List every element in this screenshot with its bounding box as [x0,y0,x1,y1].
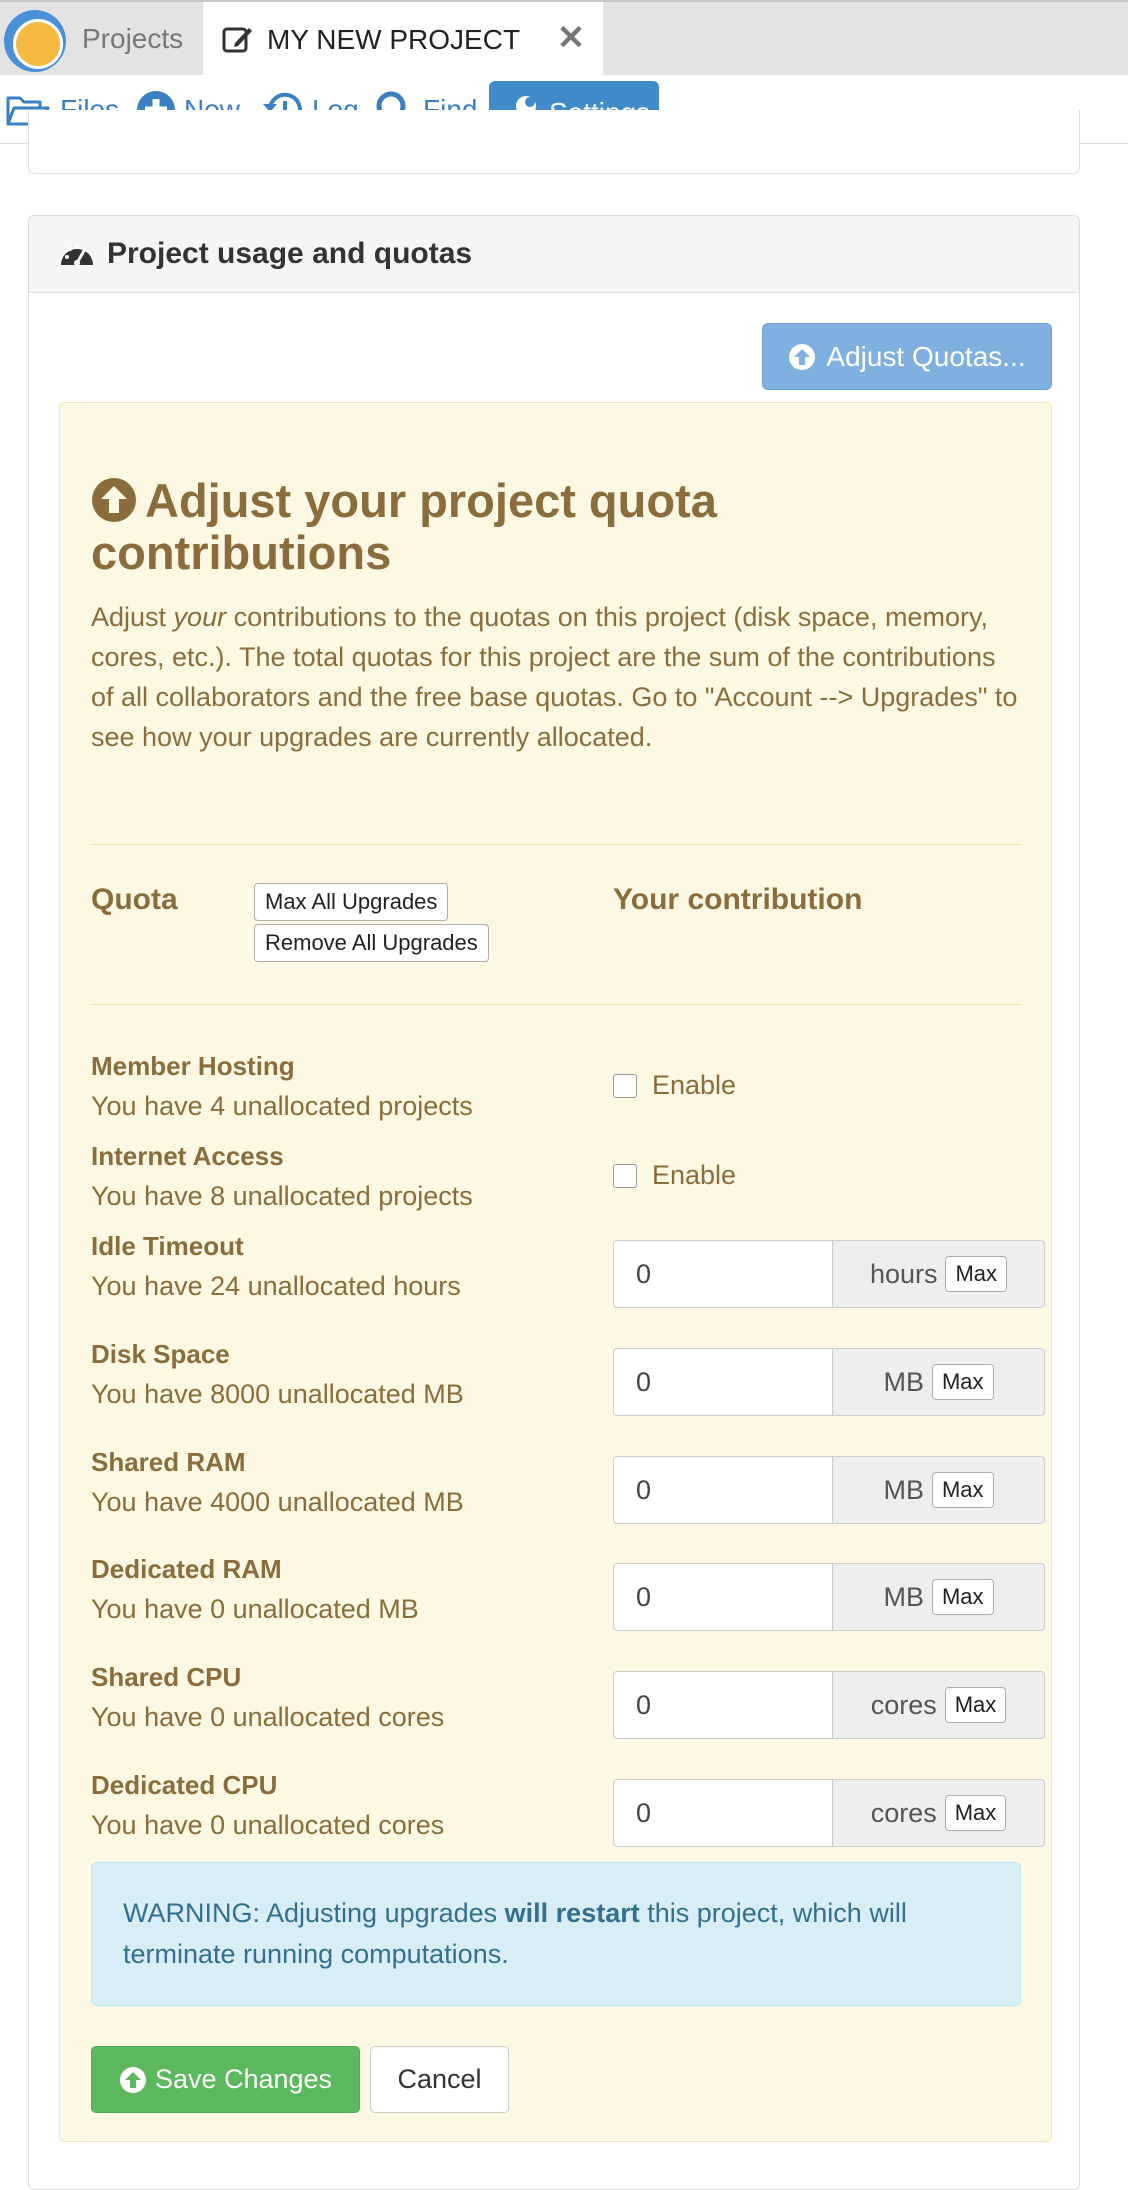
quota-sub-shared-cpu: You have 0 unallocated cores [91,1702,445,1732]
dedicated-cpu-max-button[interactable]: Max [944,1795,1007,1831]
save-changes-button[interactable]: Save Changes [91,2046,360,2113]
quota-title-text: Adjust your project quota contributions [91,474,717,579]
unit-label: MB [883,1581,924,1612]
quota-contributions-box: Adjust your project quota contributions … [59,402,1052,2142]
idle-timeout-input-group: hours Max [613,1240,1045,1308]
disk-space-input[interactable] [614,1349,833,1415]
shared-cpu-max-button[interactable]: Max [944,1687,1007,1723]
quota-sub-shared-ram: You have 4000 unallocated MB [91,1487,464,1517]
cancel-button[interactable]: Cancel [370,2046,509,2113]
restart-warning: WARNING: Adjusting upgrades will restart… [91,1862,1021,2006]
edit-icon [222,27,252,52]
shared-ram-max-button[interactable]: Max [931,1472,994,1508]
arrow-circle-up-icon [92,478,136,522]
shared-ram-input[interactable] [614,1457,833,1523]
dedicated-cpu-input-group: cores Max [613,1779,1045,1847]
column-header-contribution: Your contribution [613,883,863,916]
panel-heading: Project usage and quotas [29,216,1079,293]
internet-access-enable-label[interactable]: Enable [652,1160,736,1191]
column-header-quota: Quota [91,883,178,916]
dedicated-cpu-addon: cores Max [833,1780,1044,1846]
quota-sub-dedicated-ram: You have 0 unallocated MB [91,1594,419,1624]
desc-part: Adjust [91,602,174,632]
app-logo-icon[interactable] [4,10,66,72]
unit-label: hours [869,1258,938,1289]
quota-sub-disk-space: You have 8000 unallocated MB [91,1379,464,1409]
tab-active-label: MY NEW PROJECT [267,23,521,55]
quota-name-member-hosting: Member Hosting [91,1051,295,1081]
divider [91,844,1021,845]
close-icon[interactable]: ✕ [553,20,589,56]
quota-name-dedicated-cpu: Dedicated CPU [91,1770,278,1800]
quota-name-dedicated-ram: Dedicated RAM [91,1554,282,1584]
shared-cpu-input-group: cores Max [613,1671,1045,1739]
quota-name-disk-space: Disk Space [91,1339,230,1369]
save-changes-label: Save Changes [154,2064,333,2094]
remove-all-upgrades-button[interactable]: Remove All Upgrades [254,924,489,962]
adjust-quotas-button[interactable]: Adjust Quotas... [762,323,1052,390]
max-all-upgrades-button[interactable]: Max All Upgrades [254,883,449,921]
internet-access-checkbox[interactable] [613,1164,637,1188]
quota-description: Adjust your contributions to the quotas … [91,597,1021,757]
quota-sub-internet-access: You have 8 unallocated projects [91,1181,473,1211]
quota-title: Adjust your project quota contributions [91,475,991,579]
idle-timeout-max-button[interactable]: Max [945,1256,1008,1292]
member-hosting-enable-label[interactable]: Enable [652,1070,736,1101]
quota-name-shared-ram: Shared RAM [91,1447,246,1477]
desc-emphasis: your [173,602,227,632]
quota-name-idle-timeout: Idle Timeout [91,1231,244,1261]
shared-cpu-addon: cores Max [833,1672,1044,1738]
shared-ram-input-group: MB Max [613,1456,1045,1524]
tab-projects[interactable]: Projects [66,2,199,75]
warning-part: WARNING: Adjusting upgrades [123,1898,505,1928]
unit-label: cores [870,1689,937,1720]
disk-space-max-button[interactable]: Max [931,1364,994,1400]
disk-space-input-group: MB Max [613,1348,1045,1416]
quota-sub-member-hosting: You have 4 unallocated projects [91,1091,473,1121]
quota-sub-idle-timeout: You have 24 unallocated hours [91,1271,461,1301]
quota-name-internet-access: Internet Access [91,1141,284,1171]
dedicated-ram-addon: MB Max [833,1564,1044,1630]
dedicated-ram-max-button[interactable]: Max [931,1579,994,1615]
arrow-circle-up-icon [789,343,816,370]
tab-bar: Projects MY NEW PROJECT ✕ [0,0,1128,77]
usage-quotas-panel: Project usage and quotas Adjust Quotas..… [28,215,1080,2190]
dedicated-ram-input-group: MB Max [613,1563,1045,1631]
quota-name-shared-cpu: Shared CPU [91,1662,242,1692]
quota-sub-dedicated-cpu: You have 0 unallocated cores [91,1810,445,1840]
desc-part: contributions to the quotas on this proj… [91,602,1018,752]
panel-title: Project usage and quotas [107,237,473,270]
idle-timeout-input[interactable] [614,1241,833,1307]
dedicated-ram-input[interactable] [614,1564,833,1630]
warning-emphasis: will restart [504,1898,640,1928]
arrow-circle-up-icon [119,2066,146,2093]
dedicated-cpu-input[interactable] [614,1780,833,1846]
shared-ram-addon: MB Max [833,1457,1044,1523]
unit-label: cores [870,1797,937,1828]
tab-projects-label: Projects [82,22,184,54]
tab-my-new-project[interactable]: MY NEW PROJECT ✕ [203,2,603,77]
shared-cpu-input[interactable] [614,1672,833,1738]
adjust-quotas-label: Adjust Quotas... [826,340,1026,372]
unit-label: MB [883,1366,924,1397]
idle-timeout-addon: hours Max [833,1241,1044,1307]
disk-space-addon: MB Max [833,1349,1044,1415]
dashboard-icon [61,244,93,266]
unit-label: MB [883,1474,924,1505]
previous-panel [28,110,1080,174]
divider [91,1004,1021,1005]
member-hosting-checkbox[interactable] [613,1074,637,1098]
